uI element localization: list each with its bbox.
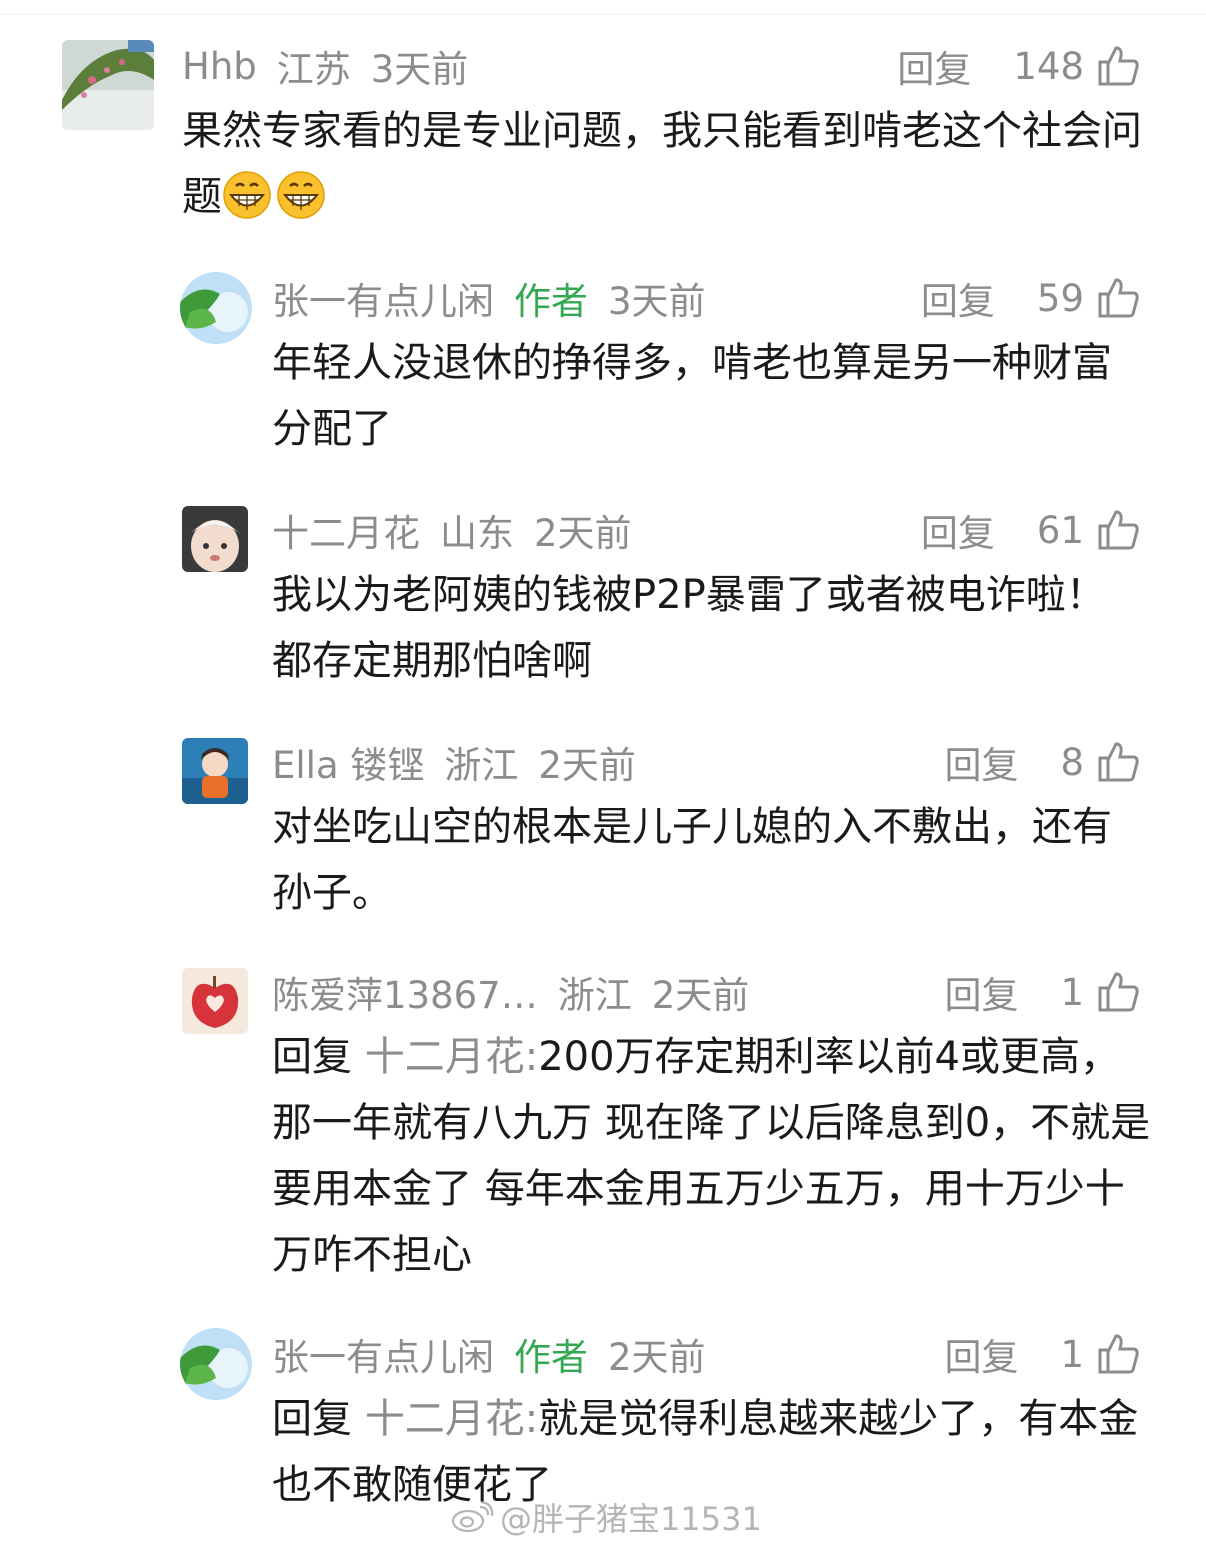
reply-prefix: 回复 <box>272 1396 365 1442</box>
reply-target[interactable]: 十二月花: <box>365 1034 538 1080</box>
timestamp: 3天前 <box>608 280 706 323</box>
avatar[interactable] <box>180 1328 252 1400</box>
reply-button[interactable]: 回复 <box>944 1327 1018 1381</box>
author-badge: 作者 <box>514 1336 588 1379</box>
timestamp: 2天前 <box>534 512 632 555</box>
comment-text: 果然专家看的是专业问题，我只能看到啃老这个社会问题 <box>182 108 1142 220</box>
location: 江苏 <box>276 48 351 91</box>
comment-text: 回复 十二月花:200万存定期利率以前4或更高，那一年就有八九万 现在降了以后降… <box>272 1034 1151 1278</box>
timestamp: 3天前 <box>370 48 469 91</box>
avatar[interactable] <box>182 506 248 572</box>
like-count: 148 <box>1013 44 1084 88</box>
reply-button[interactable]: 回复 <box>921 503 995 557</box>
grin-emoji-icon <box>276 170 326 220</box>
like-icon[interactable] <box>1096 276 1140 320</box>
avatar[interactable] <box>182 738 248 804</box>
like-icon[interactable] <box>1096 740 1140 784</box>
comment-text: 年轻人没退休的挣得多，啃老也算是另一种财富分配了 <box>272 340 1112 452</box>
grin-emoji-icon <box>222 170 272 220</box>
like-icon[interactable] <box>1096 1332 1140 1376</box>
weibo-logo-icon <box>450 1500 494 1533</box>
timestamp: 2天前 <box>651 974 750 1017</box>
username[interactable]: 十二月花 <box>272 503 420 557</box>
like-count: 1 <box>1060 970 1084 1014</box>
author-badge: 作者 <box>514 280 588 323</box>
avatar[interactable] <box>182 968 248 1034</box>
username[interactable]: Ella 镂铿 <box>272 735 424 789</box>
like-icon[interactable] <box>1096 508 1140 552</box>
reply-button[interactable]: 回复 <box>921 271 995 325</box>
location: 浙江 <box>557 974 632 1017</box>
location: 山东 <box>440 512 514 555</box>
top-divider <box>0 14 1206 15</box>
like-count: 61 <box>1036 508 1084 552</box>
timestamp: 2天前 <box>608 1336 706 1379</box>
watermark: @胖子猪宝11531 <box>450 1494 762 1540</box>
timestamp: 2天前 <box>538 744 636 787</box>
reply-button[interactable]: 回复 <box>944 965 1018 1019</box>
like-count: 59 <box>1036 276 1084 320</box>
comment-text: 我以为老阿姨的钱被P2P暴雷了或者被电诈啦！都存定期那怕啥啊 <box>272 572 1106 684</box>
avatar[interactable] <box>62 40 154 130</box>
reply-button[interactable]: 回复 <box>944 735 1018 789</box>
username[interactable]: Hhb <box>182 45 257 88</box>
like-count: 1 <box>1060 1332 1084 1376</box>
reply-prefix: 回复 <box>272 1034 365 1080</box>
reply-target[interactable]: 十二月花: <box>365 1396 538 1442</box>
username[interactable]: 张一有点儿闲 <box>272 1327 494 1381</box>
username[interactable]: 陈爱萍13867… <box>272 965 538 1019</box>
reply-button[interactable]: 回复 <box>897 39 971 93</box>
avatar[interactable] <box>180 272 252 344</box>
like-count: 8 <box>1060 740 1084 784</box>
like-icon[interactable] <box>1096 44 1140 88</box>
username[interactable]: 张一有点儿闲 <box>272 271 494 325</box>
location: 浙江 <box>444 744 519 787</box>
like-icon[interactable] <box>1096 970 1140 1014</box>
comment-text: 对坐吃山空的根本是儿子儿媳的入不敷出，还有孙子。 <box>272 804 1112 916</box>
